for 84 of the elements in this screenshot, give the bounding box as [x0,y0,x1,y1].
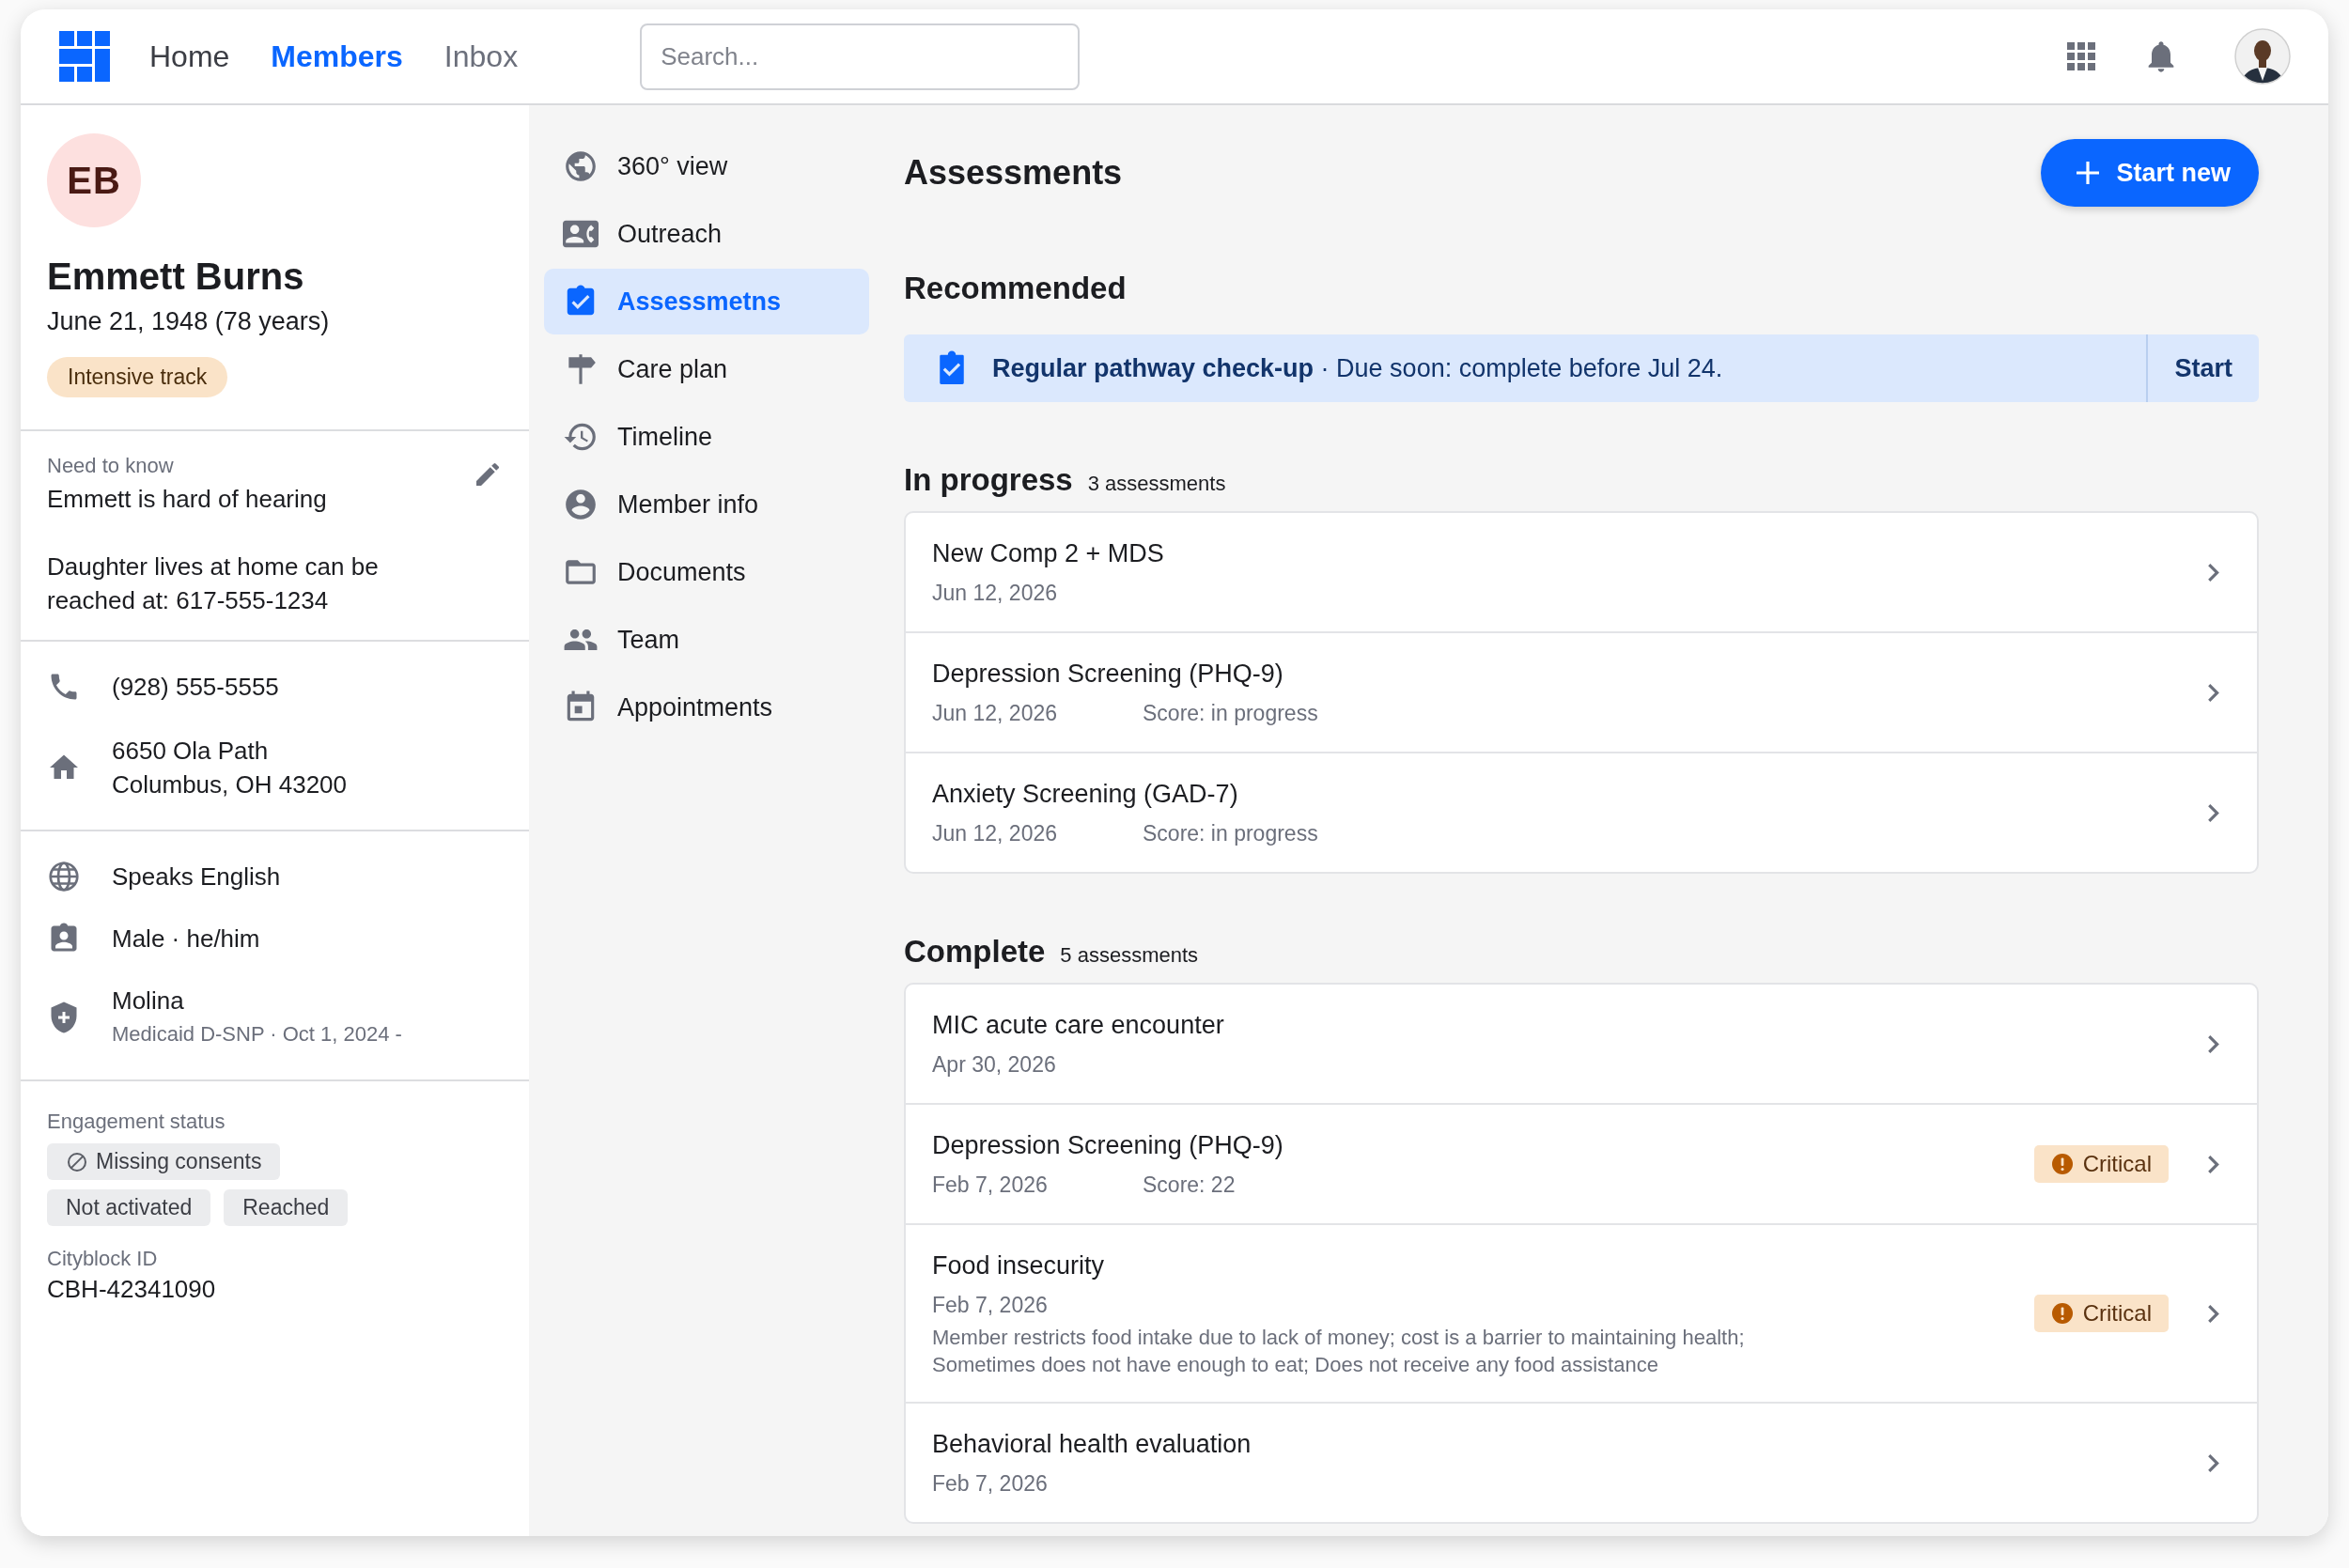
tag-text: Critical [2082,1151,2152,1177]
assessment-row[interactable]: Behavioral health evaluation Feb 7, 2026 [906,1402,2257,1522]
nav-item[interactable]: 360° view [544,133,869,199]
section-heading: In progress [904,462,1073,498]
section-label: Cityblock ID [47,1247,158,1271]
section-heading: Complete [904,934,1046,970]
chevron-right-icon [2208,1155,2219,1173]
track-tag: Intensive track [47,357,228,397]
assessment-name: Behavioral health evaluation [932,1429,1252,1460]
assessment-row[interactable]: Depression Screening (PHQ-9) Feb 7, 2026 Score: 22 Critical [906,1103,2257,1223]
nav-item[interactable]: Care plan [544,336,869,402]
score-text: Score: in progress [1143,820,1318,847]
assessment-date: Feb 7, 2026 [932,1470,1049,1498]
assessment-date: Jun 12, 2026 [932,700,1058,727]
detail-text: Male · he/him [112,924,260,955]
nav-link[interactable]: Members [271,39,403,74]
nav-item[interactable]: Assessmetns [544,269,869,334]
warning-icon [2050,1153,2074,1175]
member-name: Emmett Burns [47,256,305,298]
chevron-right-icon [2208,1034,2219,1053]
assessment-name: Depression Screening (PHQ-9) [932,659,1284,690]
nav-link[interactable]: Home [149,39,230,74]
globe-icon [47,860,81,893]
count-text: 5 assessments [1060,943,1199,968]
tag-text: Reached [242,1195,330,1220]
page-title: Assessments [904,153,1123,193]
nav-link[interactable]: Inbox [443,39,519,74]
initials-avatar: EB [47,133,141,227]
nav-item[interactable]: Appointments [544,675,869,740]
chevron-right-icon [2208,563,2219,582]
tag-text: Not activated [66,1195,193,1220]
assessment-row[interactable]: MIC acute care encounter Apr 30, 2026 [906,985,2257,1103]
tag-text: Missing consents [96,1149,262,1174]
score-text: Score: 22 [1143,1172,1236,1199]
assessment-date: Feb 7, 2026 [932,1172,1049,1199]
nav-item[interactable]: Outreach [544,201,869,267]
note-text: Emmett is hard of hearing [47,484,328,515]
contact-text: Columbus, OH 43200 [112,769,348,800]
nav-item[interactable]: Team [544,607,869,673]
contact-text: 6650 Ola Path [112,736,270,767]
assessment-row[interactable]: New Comp 2 + MDS Jun 12, 2026 [906,513,2257,631]
score-text: Score: in progress [1143,700,1318,727]
assessment-date: Jun 12, 2026 [932,580,1058,607]
nav-item[interactable]: Documents [544,539,869,605]
chevron-right-icon [2208,683,2219,702]
detail-text: Molina [112,986,185,1017]
birth-date: June 21, 1948 (78 years) [47,307,331,336]
assessment-date: Feb 7, 2026 [932,1292,1049,1319]
start-new-button[interactable]: Start new [2041,139,2259,207]
assessment-name: Anxiety Screening (GAD-7) [932,779,1239,810]
nav-item[interactable]: Timeline [544,404,869,470]
chevron-right-icon [2208,1453,2219,1472]
detail-subtext: Medicaid D-SNP · Oct 1, 2024 - [112,1021,402,1048]
note-text: Daughter lives at home can be reached at: 617-555-1234 [47,551,380,616]
chevron-right-icon [2208,1304,2219,1323]
section-label: Engagement status [47,1110,226,1134]
assessment-date: Apr 30, 2026 [932,1051,1057,1079]
logo[interactable] [59,31,110,82]
warning-icon [2050,1302,2074,1325]
assessment-name: MIC acute care encounter [932,1010,1225,1041]
section-label: Need to know [47,454,174,478]
nav-item[interactable]: Member info [544,472,869,537]
start-button[interactable]: Start [2146,334,2259,402]
assessment-name: New Comp 2 + MDS [932,538,1165,569]
app-grid-icon[interactable] [2067,42,2095,70]
tag-text: Critical [2082,1300,2152,1327]
detail-text: Speaks English [112,862,281,893]
globe-icon [563,148,599,184]
assessment-row[interactable]: Anxiety Screening (GAD-7) Jun 12, 2026 Score: in progress [906,752,2257,872]
person-icon [563,487,599,522]
assessment-name: Food insecurity [932,1250,1106,1281]
assessment-name: Depression Screening (PHQ-9) [932,1130,1284,1161]
assessment-note: Member restricts food intake due to lack of money; cost is a barrier to maintaining health; Sometimes does not have enough to eat; Does not receive any food assistance [932,1325,1746,1378]
section-heading: Recommended [904,271,1128,306]
search-field[interactable]: Search... [640,23,1081,90]
member-id: CBH-42341090 [47,1275,217,1304]
blocked-icon [66,1150,88,1173]
chevron-right-icon [2208,803,2219,822]
assessment-date: Jun 12, 2026 [932,820,1058,847]
assessment-row[interactable]: Depression Screening (PHQ-9) Jun 12, 2026 Score: in progress [906,631,2257,752]
count-text: 3 assessments [1087,472,1226,496]
contact-text: (928) 555-5555 [112,672,279,703]
recommendation-text: Regular pathway check-up · Due soon: complete before Jul 24. [992,353,1723,383]
plus-icon [2075,160,2102,186]
